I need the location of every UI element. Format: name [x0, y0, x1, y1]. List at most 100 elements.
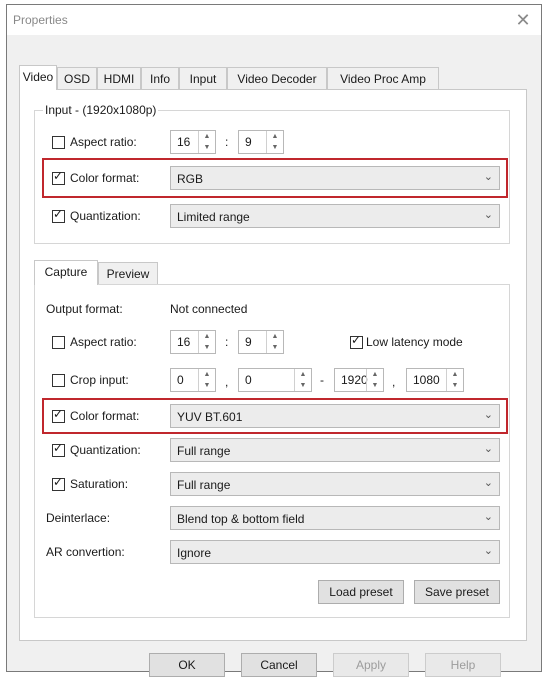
crop-x-value: 0: [177, 373, 184, 387]
tab-video[interactable]: Video: [19, 65, 57, 90]
deinterlace-label: Deinterlace:: [46, 511, 111, 525]
low-latency-checkbox[interactable]: ✓: [350, 333, 363, 349]
spin-down-icon[interactable]: ▼: [295, 380, 311, 391]
capture-quantization-checkbox[interactable]: ✓: [52, 441, 65, 457]
title-bar: Properties ✕: [7, 5, 541, 35]
crop-input-label: Crop input:: [70, 373, 129, 387]
video-tab-panel: Input - (1920x1080p) Aspect ratio: 16 ▲ ▼…: [19, 89, 527, 641]
spin-down-icon[interactable]: ▼: [199, 342, 215, 353]
input-color-format-value: RGB: [177, 172, 204, 186]
input-color-format-checkbox[interactable]: ✓: [52, 169, 65, 185]
spin-up-icon[interactable]: ▲: [367, 369, 383, 380]
deinterlace-value: Blend top & bottom field: [177, 512, 305, 526]
spin-down-icon[interactable]: ▼: [267, 142, 283, 153]
input-aspect-ratio-label: Aspect ratio:: [70, 135, 137, 149]
input-color-format-select[interactable]: RGB ⌄: [170, 166, 500, 190]
crop-y-value: 0: [245, 373, 252, 387]
capture-aspect-den-value: 9: [245, 335, 252, 349]
tab-osd[interactable]: OSD: [57, 67, 97, 89]
input-aspect-num-spinner[interactable]: 16 ▲ ▼: [170, 130, 216, 154]
load-preset-button[interactable]: Load preset: [318, 580, 404, 604]
input-group-title: Input - (1920x1080p): [43, 103, 159, 117]
help-button[interactable]: Help: [425, 653, 501, 677]
spin-down-icon[interactable]: ▼: [447, 380, 463, 391]
capture-color-format-value: YUV BT.601: [177, 410, 243, 424]
capture-aspect-ratio-checkbox[interactable]: [52, 336, 65, 349]
crop-sep-3: ,: [392, 375, 396, 389]
spin-down-icon[interactable]: ▼: [267, 342, 283, 353]
spin-up-icon[interactable]: ▲: [199, 369, 215, 380]
saturation-label: Saturation:: [70, 477, 129, 491]
ar-convertion-select[interactable]: Ignore ⌄: [170, 540, 500, 564]
tab-capture[interactable]: Capture: [34, 260, 98, 285]
saturation-select[interactable]: Full range ⌄: [170, 472, 500, 496]
spin-up-icon[interactable]: ▲: [295, 369, 311, 380]
input-aspect-den-value: 9: [245, 135, 252, 149]
input-aspect-den-spinner[interactable]: 9 ▲ ▼: [238, 130, 284, 154]
ar-convertion-label: AR convertion:: [46, 545, 125, 559]
crop-y-spinner[interactable]: 0 ▲ ▼: [238, 368, 312, 392]
input-color-format-label: Color format:: [70, 171, 140, 185]
crop-height-value: 1080: [413, 373, 440, 387]
spin-up-icon[interactable]: ▲: [267, 331, 283, 342]
save-preset-button[interactable]: Save preset: [414, 580, 500, 604]
input-aspect-num-value: 16: [177, 135, 191, 149]
spin-up-icon[interactable]: ▲: [447, 369, 463, 380]
dialog-title: Properties: [13, 13, 68, 27]
spin-down-icon[interactable]: ▼: [199, 380, 215, 391]
tab-info[interactable]: Info: [141, 67, 179, 89]
aspect-colon: :: [225, 335, 229, 349]
aspect-colon: :: [225, 135, 229, 149]
spin-up-icon[interactable]: ▲: [199, 131, 215, 142]
input-quantization-checkbox[interactable]: ✓: [52, 207, 65, 223]
chevron-down-icon: ⌄: [483, 443, 493, 455]
crop-x-spinner[interactable]: 0 ▲ ▼: [170, 368, 216, 392]
capture-aspect-num-value: 16: [177, 335, 191, 349]
capture-quantization-select[interactable]: Full range ⌄: [170, 438, 500, 462]
input-aspect-ratio-checkbox[interactable]: [52, 136, 65, 149]
chevron-down-icon: ⌄: [483, 171, 493, 183]
close-icon[interactable]: ✕: [511, 8, 535, 32]
capture-color-format-label: Color format:: [70, 409, 140, 423]
apply-button[interactable]: Apply: [333, 653, 409, 677]
spin-down-icon[interactable]: ▼: [199, 142, 215, 153]
cancel-button[interactable]: Cancel: [241, 653, 317, 677]
input-quantization-label: Quantization:: [70, 209, 141, 223]
output-format-label: Output format:: [46, 302, 123, 316]
tab-video-proc-amp[interactable]: Video Proc Amp: [327, 67, 439, 89]
ar-convertion-value: Ignore: [177, 546, 212, 560]
check-icon: ✓: [351, 333, 362, 347]
chevron-down-icon: ⌄: [483, 209, 493, 221]
deinterlace-select[interactable]: Blend top & bottom field ⌄: [170, 506, 500, 530]
saturation-checkbox[interactable]: ✓: [52, 475, 65, 491]
spin-up-icon[interactable]: ▲: [199, 331, 215, 342]
crop-width-value: 1920: [341, 373, 368, 387]
tab-video-decoder[interactable]: Video Decoder: [227, 67, 327, 89]
crop-width-spinner[interactable]: 1920 ▲ ▼: [334, 368, 384, 392]
input-quantization-value: Limited range: [177, 210, 250, 224]
capture-color-format-checkbox[interactable]: ✓: [52, 407, 65, 423]
capture-quantization-label: Quantization:: [70, 443, 141, 457]
crop-input-checkbox[interactable]: [52, 374, 65, 387]
capture-aspect-num-spinner[interactable]: 16 ▲ ▼: [170, 330, 216, 354]
capture-aspect-den-spinner[interactable]: 9 ▲ ▼: [238, 330, 284, 354]
properties-dialog: Properties ✕ Video OSD HDMI Info Input V…: [6, 4, 542, 677]
tab-input[interactable]: Input: [179, 67, 227, 89]
check-icon: ✓: [53, 407, 64, 421]
chevron-down-icon: ⌄: [483, 409, 493, 421]
chevron-down-icon: ⌄: [483, 477, 493, 489]
check-icon: ✓: [53, 441, 64, 455]
output-format-value: Not connected: [170, 302, 248, 316]
capture-color-format-select[interactable]: YUV BT.601 ⌄: [170, 404, 500, 428]
crop-height-spinner[interactable]: 1080 ▲ ▼: [406, 368, 464, 392]
tab-preview[interactable]: Preview: [98, 262, 158, 284]
check-icon: ✓: [53, 169, 64, 183]
spin-up-icon[interactable]: ▲: [267, 131, 283, 142]
chevron-down-icon: ⌄: [483, 511, 493, 523]
input-quantization-select[interactable]: Limited range ⌄: [170, 204, 500, 228]
tab-hdmi[interactable]: HDMI: [97, 67, 141, 89]
check-icon: ✓: [53, 207, 64, 221]
spin-down-icon[interactable]: ▼: [367, 380, 383, 391]
ok-button[interactable]: OK: [149, 653, 225, 677]
capture-quantization-value: Full range: [177, 444, 231, 458]
